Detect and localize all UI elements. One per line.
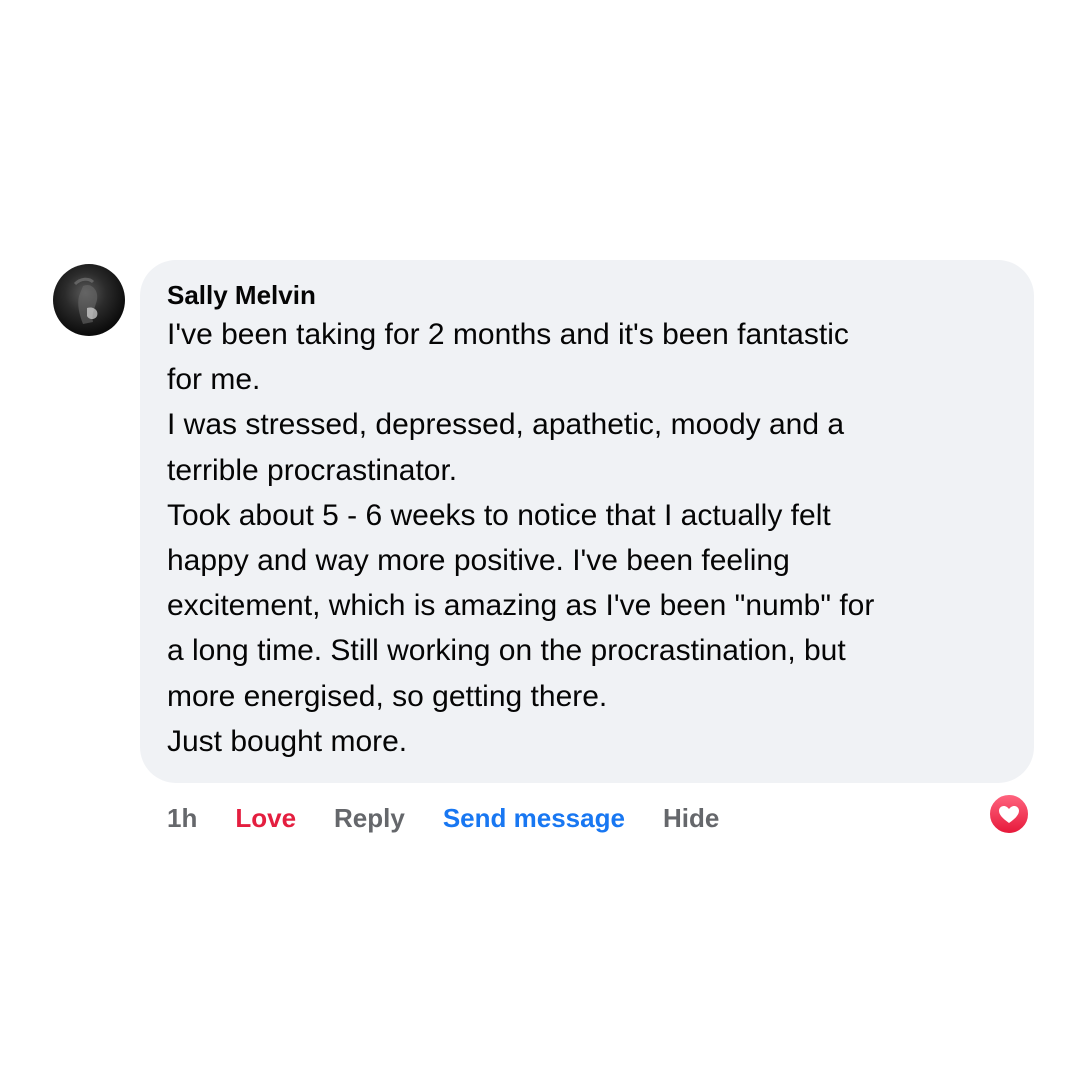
reaction-summary[interactable] [988, 793, 1030, 835]
love-reaction-icon [988, 793, 1030, 835]
comment-line: excitement, which is amazing as I've bee… [167, 589, 875, 623]
timestamp[interactable]: 1h [167, 803, 197, 834]
comment-text: I've been taking for 2 months and it's b… [167, 312, 1008, 764]
avatar[interactable] [53, 264, 125, 336]
comment-line: for me. [167, 363, 261, 397]
comment-bubble: Sally Melvin I've been taking for 2 mont… [140, 260, 1034, 783]
comment-line: happy and way more positive. I've been f… [167, 544, 790, 578]
comment-line: I've been taking for 2 months and it's b… [167, 318, 849, 351]
hide-button[interactable]: Hide [663, 803, 719, 834]
reply-button[interactable]: Reply [334, 803, 405, 834]
avatar-photo-icon [73, 277, 98, 324]
comment-author[interactable]: Sally Melvin [167, 278, 1008, 312]
comment-line: I was stressed, depressed, apathetic, mo… [167, 408, 845, 442]
comment-actions: 1h Love Reply Send message Hide [167, 796, 719, 840]
comment-line: more energised, so getting there. [167, 679, 608, 713]
love-button[interactable]: Love [235, 803, 296, 834]
send-message-button[interactable]: Send message [443, 803, 625, 834]
comment-line: terrible procrastinator. [167, 453, 458, 487]
comment-line: Just bought more. [167, 724, 408, 758]
comment-line: a long time. Still working on the procra… [167, 634, 846, 668]
comment-line: Took about 5 - 6 weeks to notice that I … [167, 498, 831, 532]
